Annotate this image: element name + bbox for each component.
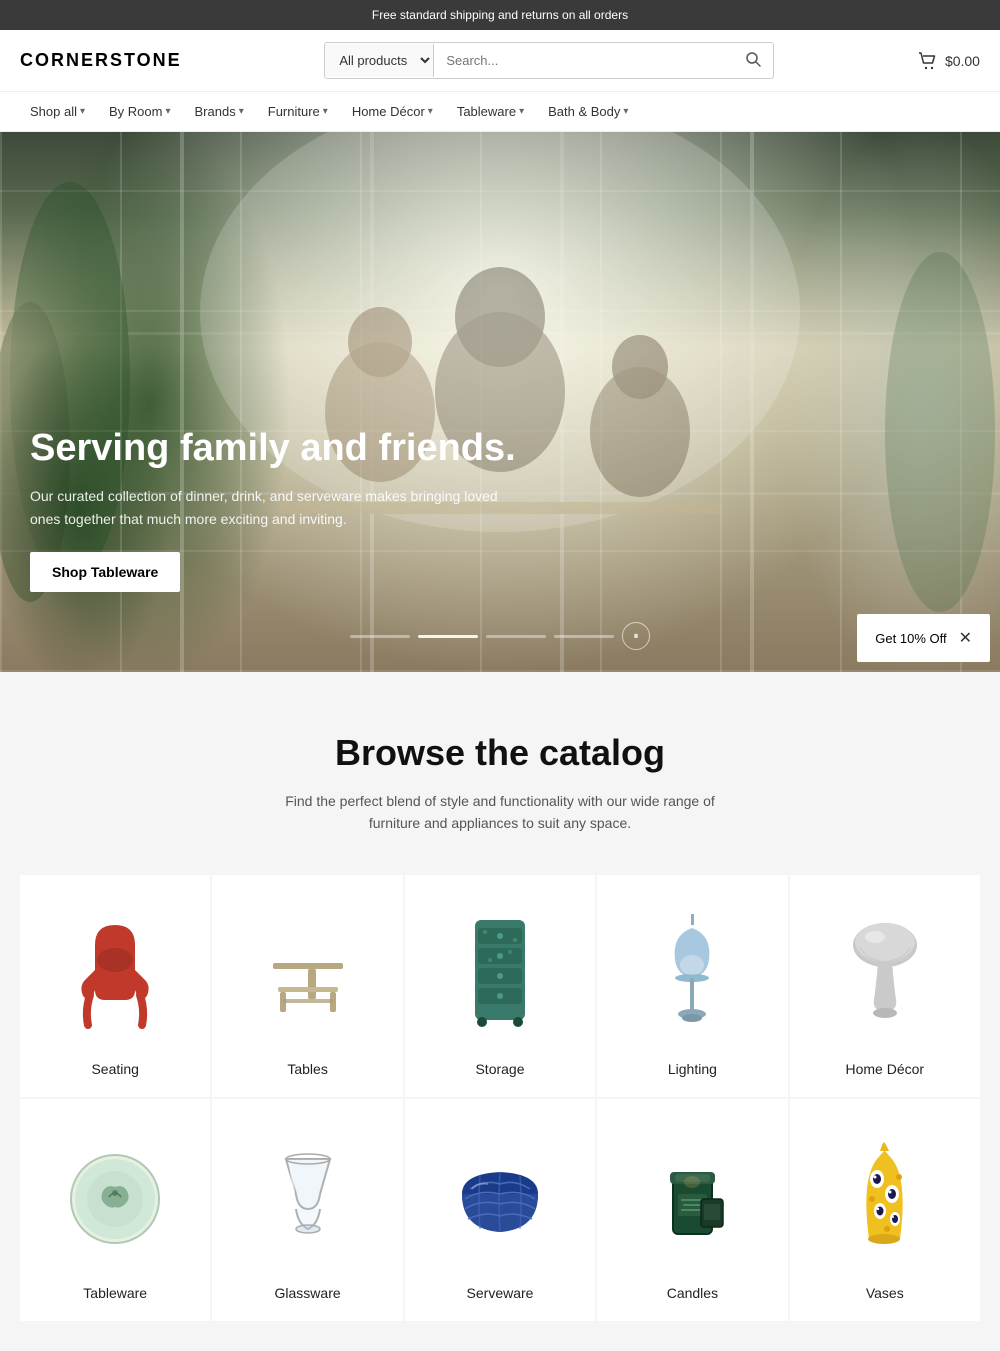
category-grid-row1: Seating Tables xyxy=(20,875,980,1097)
hero-title: Serving family and friends. xyxy=(30,426,530,472)
glass-illustration xyxy=(268,1144,348,1254)
category-img-tables xyxy=(227,905,387,1045)
hero-discount-banner[interactable]: Get 10% Off ✕ xyxy=(857,614,990,662)
search-bar: All products xyxy=(324,42,774,79)
catalog-subtitle: Find the perfect blend of style and func… xyxy=(280,790,720,835)
hero-banner: Serving family and friends. Our curated … xyxy=(0,132,1000,672)
hero-cta-button[interactable]: Shop Tableware xyxy=(30,552,180,592)
plate-illustration xyxy=(65,1149,165,1249)
category-card-candles[interactable]: Candles xyxy=(597,1099,787,1321)
hero-pause-button[interactable]: ⏸ xyxy=(622,622,650,650)
category-grid-row2: Tableware Glassware xyxy=(20,1099,980,1321)
hero-content: Serving family and friends. Our curated … xyxy=(30,426,530,592)
hero-dot-3[interactable] xyxy=(486,635,546,638)
category-img-lighting xyxy=(612,905,772,1045)
category-label-glassware: Glassware xyxy=(227,1285,387,1301)
vase-illustration xyxy=(847,1139,922,1259)
category-card-tableware[interactable]: Tableware xyxy=(20,1099,210,1321)
chevron-down-icon: ▾ xyxy=(428,106,433,117)
search-category-select[interactable]: All products xyxy=(325,44,434,77)
category-card-tables[interactable]: Tables xyxy=(212,875,402,1097)
seating-illustration xyxy=(70,915,160,1035)
header: CORNERSTONE All products $0.00 xyxy=(0,30,1000,92)
category-label-vases: Vases xyxy=(805,1285,965,1301)
hero-dot-4[interactable] xyxy=(554,635,614,638)
category-card-vases[interactable]: Vases xyxy=(790,1099,980,1321)
catalog-section: Browse the catalog Find the perfect blen… xyxy=(0,672,1000,1351)
hero-discount-close-button[interactable]: ✕ xyxy=(959,628,972,648)
candle-illustration xyxy=(655,1144,730,1254)
category-label-seating: Seating xyxy=(35,1061,195,1077)
chevron-down-icon: ▾ xyxy=(323,106,328,117)
category-card-serveware[interactable]: Serveware xyxy=(405,1099,595,1321)
nav-item-bathandbody[interactable]: Bath & Body ▾ xyxy=(538,92,638,131)
nav-item-shopall[interactable]: Shop all ▾ xyxy=(20,92,95,131)
homedecor-illustration xyxy=(840,915,930,1035)
search-button[interactable] xyxy=(733,43,773,78)
search-input[interactable] xyxy=(434,45,733,76)
nav-item-brands[interactable]: Brands ▾ xyxy=(185,92,254,131)
nav-item-furniture[interactable]: Furniture ▾ xyxy=(258,92,338,131)
category-card-homedecor[interactable]: Home Décor xyxy=(790,875,980,1097)
hero-discount-label: Get 10% Off xyxy=(875,631,946,646)
hero-dot-1[interactable] xyxy=(350,635,410,638)
nav-item-byroom[interactable]: By Room ▾ xyxy=(99,92,181,131)
cart-icon xyxy=(917,50,939,72)
top-bar: Free standard shipping and returns on al… xyxy=(0,0,1000,30)
nav-item-tableware[interactable]: Tableware ▾ xyxy=(447,92,534,131)
top-bar-message: Free standard shipping and returns on al… xyxy=(372,8,628,22)
category-card-seating[interactable]: Seating xyxy=(20,875,210,1097)
nav-item-homedecor[interactable]: Home Décor ▾ xyxy=(342,92,443,131)
category-label-tables: Tables xyxy=(227,1061,387,1077)
cart[interactable]: $0.00 xyxy=(917,50,980,72)
category-img-seating xyxy=(35,905,195,1045)
category-img-homedecor xyxy=(805,905,965,1045)
category-img-storage xyxy=(420,905,580,1045)
hero-dot-2[interactable] xyxy=(418,635,478,638)
category-label-candles: Candles xyxy=(612,1285,772,1301)
category-label-homedecor: Home Décor xyxy=(805,1061,965,1077)
lighting-illustration xyxy=(657,910,727,1040)
category-card-lighting[interactable]: Lighting xyxy=(597,875,787,1097)
category-card-glassware[interactable]: Glassware xyxy=(212,1099,402,1321)
tables-illustration xyxy=(253,925,363,1025)
category-card-storage[interactable]: Storage xyxy=(405,875,595,1097)
hero-subtitle: Our curated collection of dinner, drink,… xyxy=(30,485,530,530)
main-nav: Shop all ▾ By Room ▾ Brands ▾ Furniture … xyxy=(0,92,1000,132)
chevron-down-icon: ▾ xyxy=(80,106,85,117)
logo[interactable]: CORNERSTONE xyxy=(20,50,182,71)
chevron-down-icon: ▾ xyxy=(519,106,524,117)
search-icon xyxy=(745,51,761,67)
category-label-tableware: Tableware xyxy=(35,1285,195,1301)
category-label-storage: Storage xyxy=(420,1061,580,1077)
cart-amount: $0.00 xyxy=(945,53,980,69)
chevron-down-icon: ▾ xyxy=(165,106,170,117)
catalog-title: Browse the catalog xyxy=(20,732,980,774)
category-label-lighting: Lighting xyxy=(612,1061,772,1077)
hero-dots: ⏸ xyxy=(350,622,650,650)
category-label-serveware: Serveware xyxy=(420,1285,580,1301)
chevron-down-icon: ▾ xyxy=(623,106,628,117)
chevron-down-icon: ▾ xyxy=(239,106,244,117)
bowl-illustration xyxy=(450,1154,550,1244)
storage-illustration xyxy=(460,910,540,1040)
